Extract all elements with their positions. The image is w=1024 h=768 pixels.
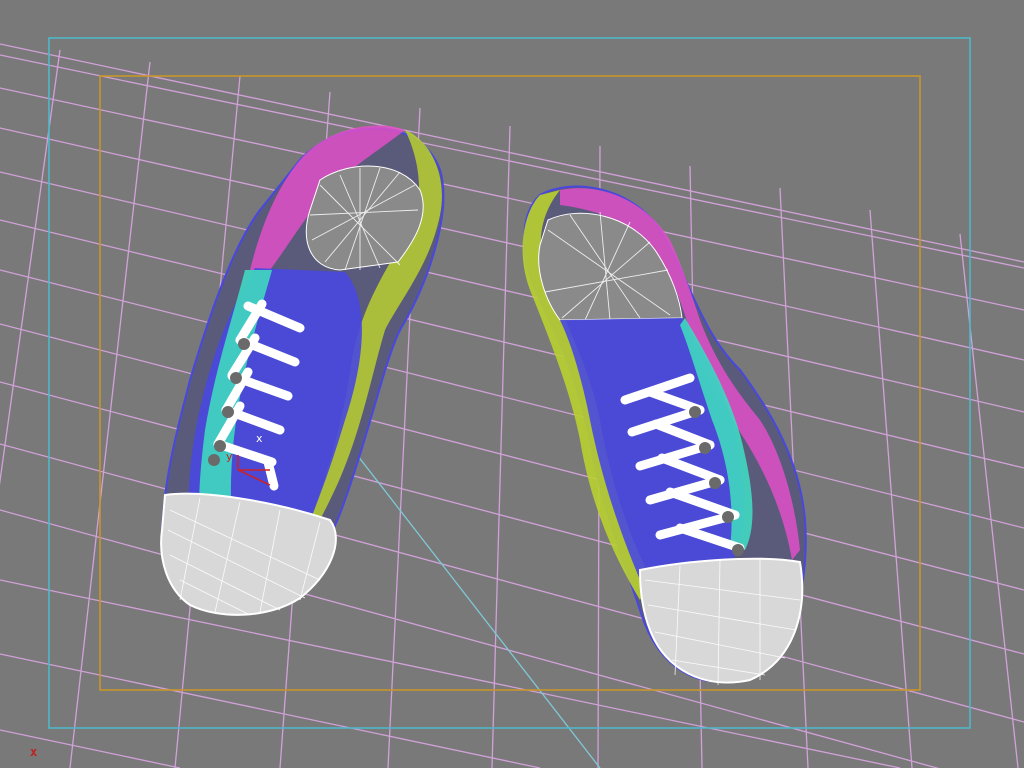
world-axis-marker: x	[30, 745, 38, 759]
perspective-viewport[interactable]: y x x	[0, 0, 1024, 768]
right-shoe-toe-cap	[638, 557, 804, 684]
gizmo-y-label: y	[226, 450, 233, 463]
camera-target-line	[329, 419, 601, 768]
construction-grid	[0, 43, 1024, 768]
left-shoe-model[interactable]	[160, 125, 445, 616]
viewport-scene[interactable]: y x	[0, 0, 1024, 768]
right-shoe-model[interactable]	[522, 185, 807, 686]
gizmo-x-label: x	[256, 432, 263, 445]
